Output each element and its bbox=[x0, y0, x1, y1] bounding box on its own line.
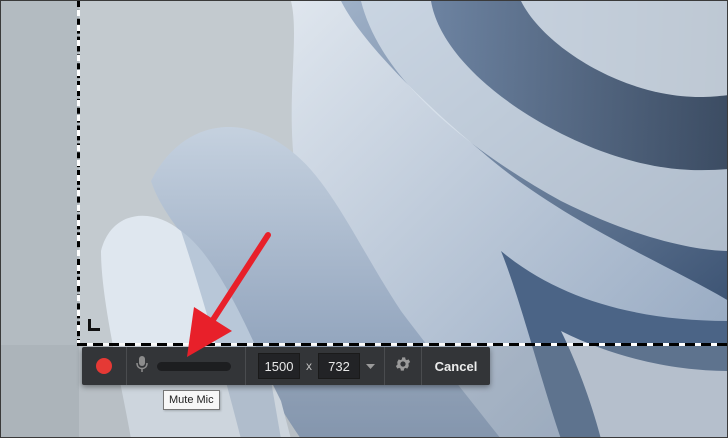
mute-mic-tooltip: Mute Mic bbox=[163, 390, 220, 410]
record-dot-icon bbox=[96, 358, 112, 374]
width-input[interactable]: 1500 bbox=[258, 353, 300, 379]
size-preset-dropdown[interactable] bbox=[360, 347, 380, 385]
screen-capture-frame: 1500 x 732 Cancel Mute Mic bbox=[0, 0, 728, 438]
mic-level-meter bbox=[157, 361, 231, 371]
toolbar-divider bbox=[245, 347, 246, 385]
dimension-separator: x bbox=[306, 359, 312, 373]
mute-mic-button[interactable] bbox=[127, 347, 157, 385]
height-input[interactable]: 732 bbox=[318, 353, 360, 379]
recording-toolbar: 1500 x 732 Cancel bbox=[82, 347, 490, 385]
caret-down-icon bbox=[365, 357, 375, 375]
record-button[interactable] bbox=[82, 347, 126, 385]
selection-corner-handle[interactable] bbox=[88, 319, 100, 331]
selection-border-left-highlight bbox=[77, 1, 80, 345]
microphone-icon bbox=[136, 355, 148, 378]
selection-border-bottom[interactable] bbox=[77, 343, 727, 346]
settings-button[interactable] bbox=[385, 347, 421, 385]
cancel-button[interactable]: Cancel bbox=[422, 347, 490, 385]
gear-icon bbox=[394, 355, 412, 378]
